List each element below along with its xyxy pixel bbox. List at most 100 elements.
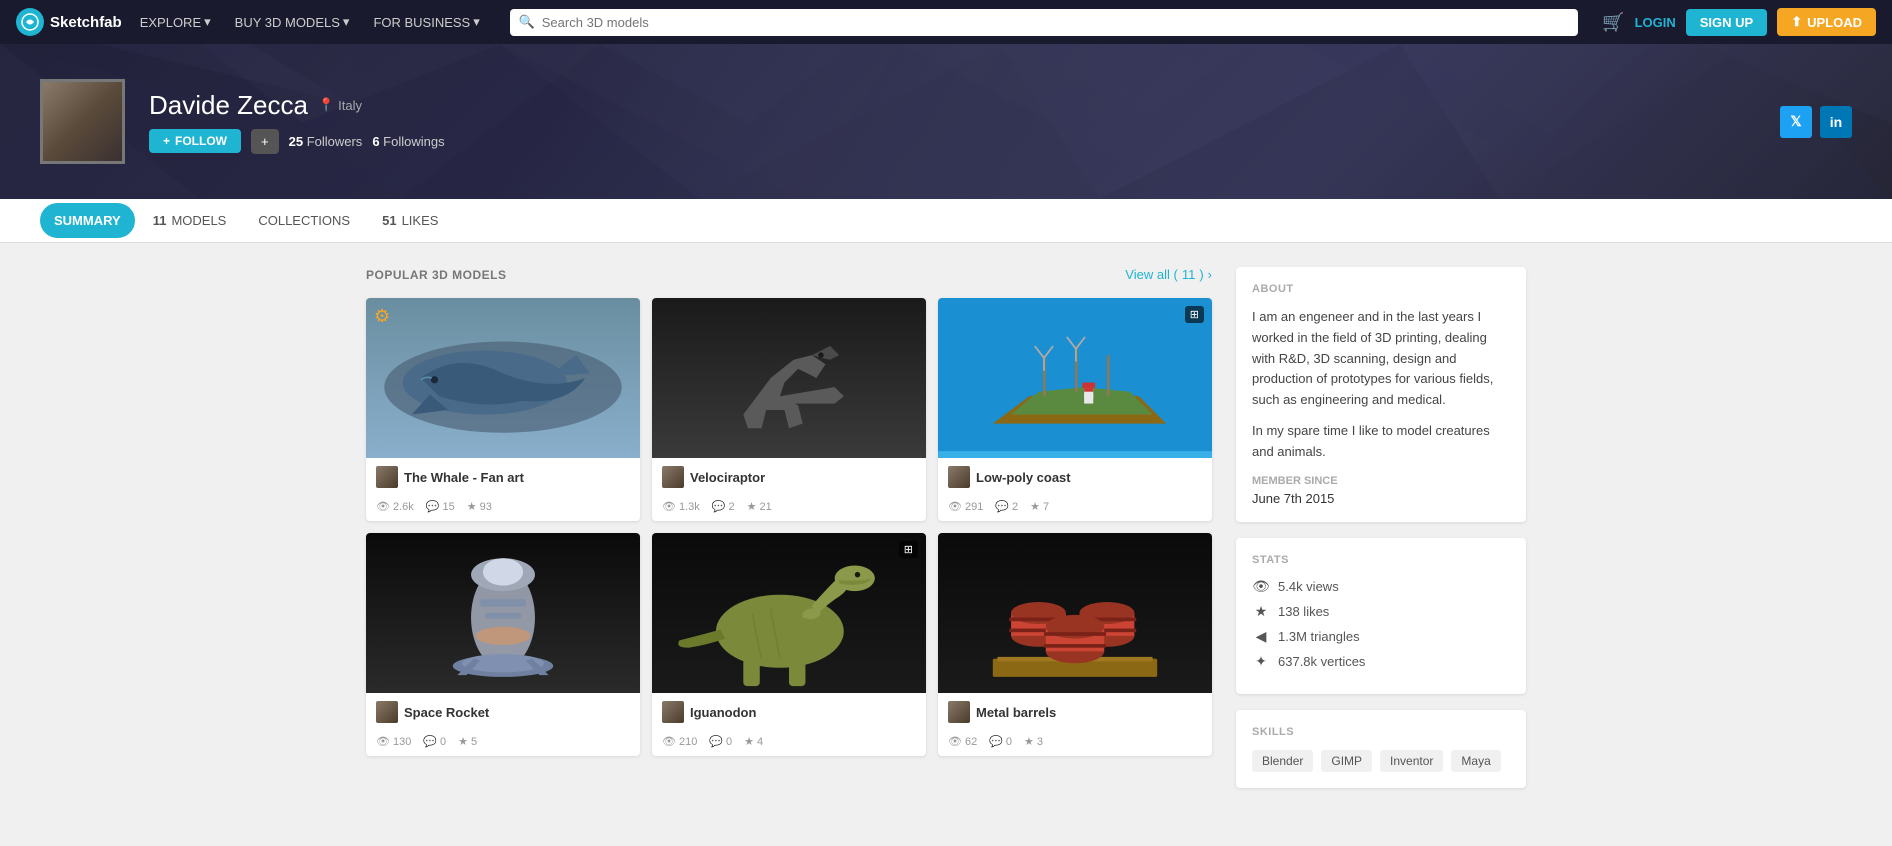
gear-icon: ⚙: [374, 306, 390, 327]
raptor-illustration: [652, 298, 926, 458]
more-button[interactable]: +: [251, 129, 279, 154]
model-info: Velociraptor: [652, 458, 926, 496]
views-stat: 👁 210: [662, 735, 697, 748]
followings-count: 6 Followings: [372, 134, 444, 149]
linkedin-button[interactable]: in: [1820, 106, 1852, 138]
search-input[interactable]: [510, 9, 1578, 36]
tab-summary[interactable]: SUMMARY: [40, 203, 135, 238]
model-card[interactable]: Space Rocket 👁 130 💬 0 ★ 5: [366, 533, 640, 756]
view-all-link[interactable]: View all (11) ›: [1125, 267, 1212, 282]
sidebar: ABOUT I am an engeneer and in the last y…: [1236, 267, 1526, 804]
model-card[interactable]: ⚙ The Whale - Fan art: [366, 298, 640, 521]
stats-card: STATS 👁 5.4k views ★ 138 likes ◀ 1.3M tr…: [1236, 538, 1526, 694]
search-icon: 🔍: [519, 14, 535, 30]
star-icon: ★: [458, 735, 468, 748]
comments-stat: 💬 0: [709, 735, 732, 748]
vertices-icon: ✦: [1252, 653, 1270, 670]
star-icon: ★: [744, 735, 754, 748]
eye-icon: 👁: [376, 500, 390, 513]
model-stats: 👁 291 💬 2 ★ 7: [938, 496, 1212, 521]
skill-inventor[interactable]: Inventor: [1380, 750, 1443, 772]
model-card[interactable]: ⊞: [938, 298, 1212, 521]
eye-icon: 👁: [948, 735, 962, 748]
eye-icon: 👁: [1252, 578, 1270, 595]
tab-collections[interactable]: COLLECTIONS: [244, 203, 364, 238]
logo-text: Sketchfab: [50, 14, 122, 31]
star-icon: ★: [1252, 603, 1270, 620]
comment-icon: 💬: [995, 500, 1009, 513]
eye-icon: 👁: [662, 735, 676, 748]
eye-icon: 👁: [948, 500, 962, 513]
hero-section: Davide Zecca 📍 Italy + FOLLOW + 25 Follo…: [0, 44, 1892, 199]
views-row: 👁 5.4k views: [1252, 578, 1510, 595]
model-info: Low-poly coast: [938, 458, 1212, 496]
views-stat: 👁 62: [948, 735, 977, 748]
cart-button[interactable]: 🛒: [1602, 12, 1624, 33]
model-icon: [948, 701, 970, 723]
model-thumbnail: [938, 533, 1212, 693]
barrels-illustration: [938, 533, 1212, 693]
eye-icon: 👁: [662, 500, 676, 513]
models-grid: ⚙ The Whale - Fan art: [366, 298, 1212, 756]
signup-button[interactable]: SIGN UP: [1686, 9, 1767, 36]
follow-button[interactable]: + FOLLOW: [149, 129, 241, 153]
skill-gimp[interactable]: GIMP: [1321, 750, 1372, 772]
star-icon: ★: [1030, 500, 1040, 513]
model-name: Velociraptor: [690, 470, 916, 485]
about-text-2: In my spare time I like to model creatur…: [1252, 421, 1510, 463]
vertices-row: ✦ 637.8k vertices: [1252, 653, 1510, 670]
likes-stat: ★ 21: [747, 500, 772, 513]
nav-buy-models[interactable]: BUY 3D MODELS ▾: [229, 14, 356, 30]
skills-card: SKILLS Blender GIMP Inventor Maya: [1236, 710, 1526, 788]
login-button[interactable]: LOGIN: [1635, 15, 1676, 30]
member-since-label: MEMBER SINCE: [1252, 475, 1510, 487]
model-stats: 👁 2.6k 💬 15 ★ 93: [366, 496, 640, 521]
nav-for-business[interactable]: FOR BUSINESS ▾: [367, 14, 485, 30]
upload-button[interactable]: ⬆ UPLOAD: [1777, 8, 1876, 36]
twitter-button[interactable]: 𝕏: [1780, 106, 1812, 138]
skill-blender[interactable]: Blender: [1252, 750, 1313, 772]
model-stats: 👁 210 💬 0 ★ 4: [652, 731, 926, 756]
search-container: 🔍: [510, 9, 1578, 36]
model-info: Metal barrels: [938, 693, 1212, 731]
navbar: Sketchfab EXPLORE ▾ BUY 3D MODELS ▾ FOR …: [0, 0, 1892, 44]
logo[interactable]: Sketchfab: [16, 8, 122, 36]
model-info: Space Rocket: [366, 693, 640, 731]
tab-models[interactable]: 11 MODELS: [139, 203, 241, 238]
views-stat: 👁 2.6k: [376, 500, 414, 513]
likes-stat: ★ 4: [744, 735, 763, 748]
nav-explore[interactable]: EXPLORE ▾: [134, 14, 217, 30]
tab-likes[interactable]: 51 LIKES: [368, 203, 452, 238]
stats-title: STATS: [1252, 554, 1510, 566]
model-card[interactable]: Metal barrels 👁 62 💬 0 ★ 3: [938, 533, 1212, 756]
hero-info: Davide Zecca 📍 Italy + FOLLOW + 25 Follo…: [149, 90, 445, 154]
location-icon: 📍: [318, 97, 334, 113]
coast-illustration: [938, 298, 1212, 458]
model-thumbnail: [652, 298, 926, 458]
likes-stat: ★ 7: [1030, 500, 1049, 513]
comments-stat: 💬 2: [712, 500, 735, 513]
likes-row: ★ 138 likes: [1252, 603, 1510, 620]
triangle-icon: ◀: [1252, 628, 1270, 645]
comment-icon: 💬: [426, 500, 440, 513]
comment-icon: 💬: [423, 735, 437, 748]
tabs-bar: SUMMARY 11 MODELS COLLECTIONS 51 LIKES: [0, 199, 1892, 243]
views-stat: 👁 130: [376, 735, 411, 748]
model-name: Iguanodon: [690, 705, 916, 720]
model-name: The Whale - Fan art: [404, 470, 630, 485]
skill-maya[interactable]: Maya: [1451, 750, 1500, 772]
skills-title: SKILLS: [1252, 726, 1510, 738]
model-name: Low-poly coast: [976, 470, 1202, 485]
dino-illustration: [652, 533, 926, 693]
hero-content: Davide Zecca 📍 Italy + FOLLOW + 25 Follo…: [40, 79, 1852, 164]
model-info: The Whale - Fan art: [366, 458, 640, 496]
nav-right: 🛒 LOGIN SIGN UP ⬆ UPLOAD: [1602, 8, 1876, 36]
model-icon: [662, 466, 684, 488]
chevron-down-icon: ▾: [343, 14, 350, 30]
likes-stat: ★ 3: [1024, 735, 1043, 748]
chevron-down-icon: ▾: [204, 14, 211, 30]
search-wrap: 🔍: [510, 9, 1578, 36]
model-card[interactable]: Velociraptor 👁 1.3k 💬 2 ★ 21: [652, 298, 926, 521]
views-stat: 👁 1.3k: [662, 500, 700, 513]
model-card[interactable]: ⊞: [652, 533, 926, 756]
